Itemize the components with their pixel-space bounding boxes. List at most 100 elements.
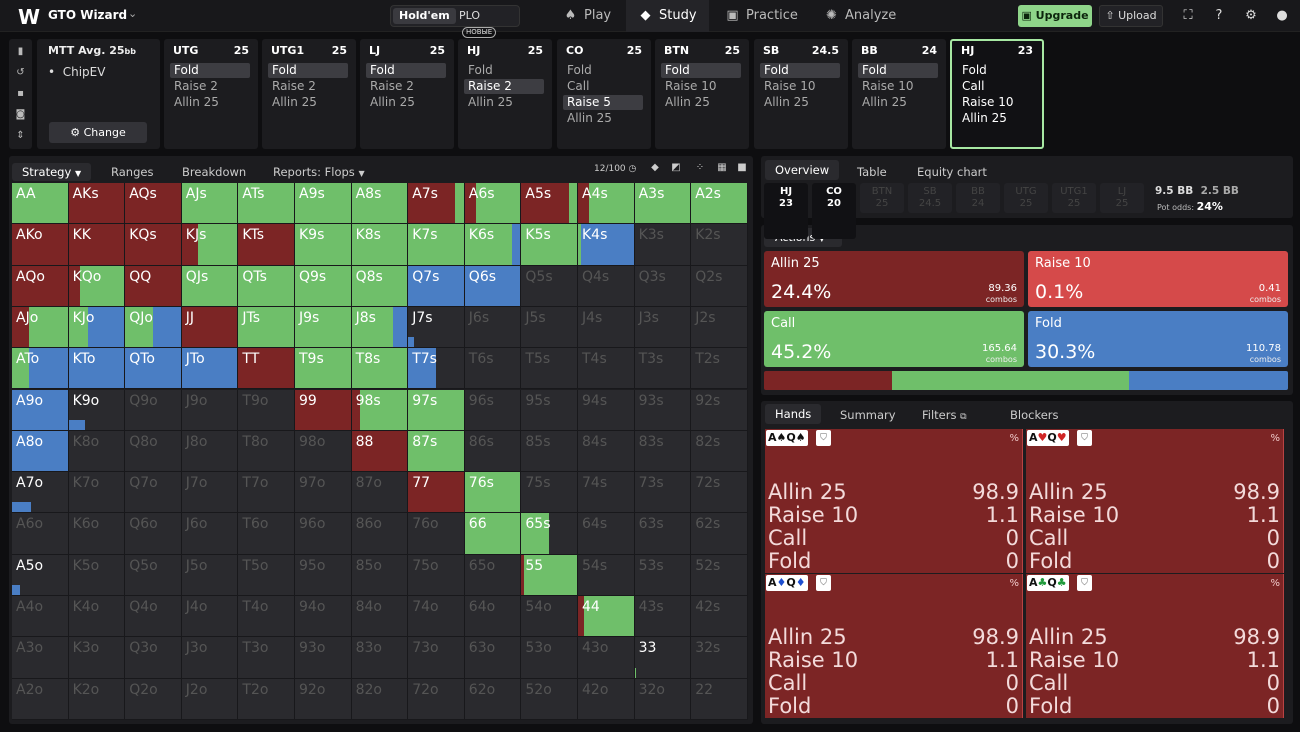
action-option[interactable]: Fold bbox=[268, 63, 348, 78]
action-option[interactable]: Fold bbox=[858, 63, 938, 78]
hand-cell[interactable]: 96o bbox=[295, 513, 352, 555]
hand-cell[interactable]: 75s bbox=[521, 472, 578, 514]
nav-analyze[interactable]: ✺ Analyze bbox=[812, 0, 908, 32]
action-option[interactable]: Allin 25 bbox=[464, 95, 544, 110]
nav-play[interactable]: ♠ Play bbox=[551, 0, 623, 32]
tab-blockers[interactable]: Blockers bbox=[1010, 406, 1059, 424]
hand-cell[interactable]: T5o bbox=[238, 554, 295, 596]
hand-cell[interactable]: J8s bbox=[351, 306, 409, 349]
hand-cell[interactable]: QJs bbox=[181, 265, 239, 307]
hand-cell[interactable]: 63o bbox=[464, 637, 522, 679]
hand-cell[interactable]: Q5s bbox=[521, 265, 578, 307]
seat-utg1[interactable]: UTG1 25 bbox=[1052, 183, 1096, 213]
hand-cell[interactable]: 77 bbox=[408, 472, 465, 514]
hand-cell[interactable]: J6o bbox=[181, 513, 239, 555]
hand-cell[interactable]: QTo bbox=[125, 348, 182, 390]
action-option[interactable]: Raise 5 bbox=[563, 95, 643, 110]
hand-cell[interactable]: KQs bbox=[125, 224, 182, 266]
hand-cell[interactable]: 73o bbox=[408, 637, 465, 679]
position-btn[interactable]: BTN 25 Fold Raise 10 Allin 25 bbox=[655, 39, 749, 149]
hand-cell[interactable]: T3s bbox=[634, 348, 692, 390]
position-co[interactable]: CO 25 Fold Call Raise 5 Allin 25 bbox=[557, 39, 651, 149]
hand-cell[interactable]: ATo bbox=[12, 348, 69, 390]
action-option[interactable]: Allin 25 bbox=[366, 95, 446, 110]
reset-icon[interactable]: ↺ bbox=[13, 65, 28, 80]
hand-cell[interactable]: T4o bbox=[238, 596, 295, 638]
hand-cell[interactable]: T9o bbox=[238, 389, 295, 431]
hand-cell[interactable]: 65o bbox=[464, 554, 522, 596]
hand-cell[interactable]: 64o bbox=[464, 596, 522, 638]
nav-practice[interactable]: ▣ Practice bbox=[713, 0, 810, 32]
action-option[interactable]: Allin 25 bbox=[563, 111, 643, 126]
tab-summary[interactable]: Summary bbox=[840, 406, 896, 424]
hand-card[interactable]: A♦Q♦ ⛉% Allin 25 98.9 Raise 10 1.1 Call 0 Fold 0 bbox=[765, 574, 1023, 718]
hand-cell[interactable]: 52o bbox=[521, 678, 578, 720]
hand-cell[interactable]: T3o bbox=[238, 637, 295, 679]
hand-cell[interactable]: 84s bbox=[578, 430, 635, 473]
action-option[interactable]: Allin 25 bbox=[661, 95, 741, 110]
hand-cell[interactable]: 65s bbox=[521, 513, 578, 555]
action-option[interactable]: Allin 25 bbox=[760, 95, 840, 110]
hand-cell[interactable]: A4o bbox=[12, 596, 69, 638]
hand-cell[interactable]: 99 bbox=[295, 389, 352, 431]
hand-cell[interactable]: Q8o bbox=[125, 430, 182, 473]
hand-card[interactable]: A♠Q♠ ⛉% Allin 25 98.9 Raise 10 1.1 Call 0 Fold 0 bbox=[765, 429, 1023, 573]
hand-cell[interactable]: T2s bbox=[691, 348, 748, 390]
hand-cell[interactable]: J4s bbox=[578, 306, 635, 349]
hand-cell[interactable]: 54s bbox=[578, 554, 635, 596]
hand-cell[interactable]: T6o bbox=[238, 513, 295, 555]
logo[interactable]: W bbox=[18, 5, 40, 29]
hand-cell[interactable]: 86s bbox=[464, 430, 522, 473]
hand-cell[interactable]: 53o bbox=[521, 637, 578, 679]
hand-cell[interactable]: 43s bbox=[634, 596, 692, 638]
action-option[interactable]: Call bbox=[563, 79, 643, 94]
hand-cell[interactable]: T7s bbox=[408, 348, 465, 390]
hand-cell[interactable]: 53s bbox=[634, 554, 692, 596]
action-option[interactable]: Fold bbox=[958, 63, 1034, 78]
hand-cell[interactable]: 87s bbox=[408, 430, 465, 473]
shield-icon[interactable]: ⛉ bbox=[1077, 575, 1092, 591]
hand-cell[interactable]: KQo bbox=[68, 265, 126, 307]
hand-cell[interactable]: 42s bbox=[691, 596, 748, 638]
hand-cell[interactable]: Q9s bbox=[295, 265, 352, 307]
tab-filters[interactable]: Filters ⧉ bbox=[922, 406, 967, 424]
hand-cell[interactable]: 32o bbox=[634, 678, 692, 720]
hand-cell[interactable]: JTo bbox=[181, 348, 239, 390]
action-option[interactable]: Raise 10 bbox=[661, 79, 741, 94]
hand-cell[interactable]: A8o bbox=[12, 430, 69, 473]
hand-cell[interactable]: A5s bbox=[521, 183, 578, 225]
hand-cell[interactable]: AA bbox=[12, 183, 69, 225]
hand-cell[interactable]: 84o bbox=[351, 596, 409, 638]
hand-cell[interactable]: 85o bbox=[351, 554, 409, 596]
hand-cell[interactable]: JJ bbox=[181, 306, 239, 349]
upgrade-button[interactable]: ▣ Upgrade bbox=[1018, 5, 1092, 27]
hand-cell[interactable]: J6s bbox=[464, 306, 522, 349]
tab-equity-chart[interactable]: Equity chart bbox=[917, 163, 987, 181]
hand-cell[interactable]: K4s bbox=[578, 224, 635, 266]
action-option[interactable]: Raise 2 bbox=[170, 79, 250, 94]
hand-cell[interactable]: 22 bbox=[691, 678, 748, 720]
hand-cell[interactable]: Q4o bbox=[125, 596, 182, 638]
position-utg[interactable]: UTG 25 Fold Raise 2 Allin 25 bbox=[164, 39, 258, 149]
seat-btn[interactable]: BTN 25 bbox=[860, 183, 904, 213]
upload-button[interactable]: ⇧ Upload bbox=[1099, 5, 1163, 27]
user-icon[interactable]: ● bbox=[1273, 7, 1291, 25]
tab-ranges[interactable]: Ranges bbox=[111, 163, 153, 181]
hand-cell[interactable]: 43o bbox=[578, 637, 635, 679]
hand-cell[interactable]: A8s bbox=[351, 183, 409, 225]
action-option[interactable]: Raise 2 bbox=[268, 79, 348, 94]
action-fold[interactable]: Fold 30.3% 110.78 combos bbox=[1028, 311, 1288, 367]
tab-breakdown[interactable]: Breakdown bbox=[182, 163, 246, 181]
action-option[interactable]: Allin 25 bbox=[958, 111, 1034, 126]
hand-cell[interactable]: K8s bbox=[351, 224, 409, 266]
hand-cell[interactable]: 93s bbox=[634, 389, 692, 431]
action-option[interactable]: Raise 10 bbox=[760, 79, 840, 94]
hand-cell[interactable]: 33 bbox=[634, 637, 692, 679]
hand-cell[interactable]: 83o bbox=[351, 637, 409, 679]
hand-card[interactable]: A♥Q♥ ⛉% Allin 25 98.9 Raise 10 1.1 Call 0 Fold 0 bbox=[1026, 429, 1284, 573]
hand-cell[interactable]: Q2s bbox=[691, 265, 748, 307]
plo-button[interactable]: PLO НОВЫЕ bbox=[453, 8, 519, 38]
hand-cell[interactable]: 62s bbox=[691, 513, 748, 555]
hand-cell[interactable]: A5o bbox=[12, 554, 69, 596]
hand-cell[interactable]: A2s bbox=[691, 183, 748, 225]
